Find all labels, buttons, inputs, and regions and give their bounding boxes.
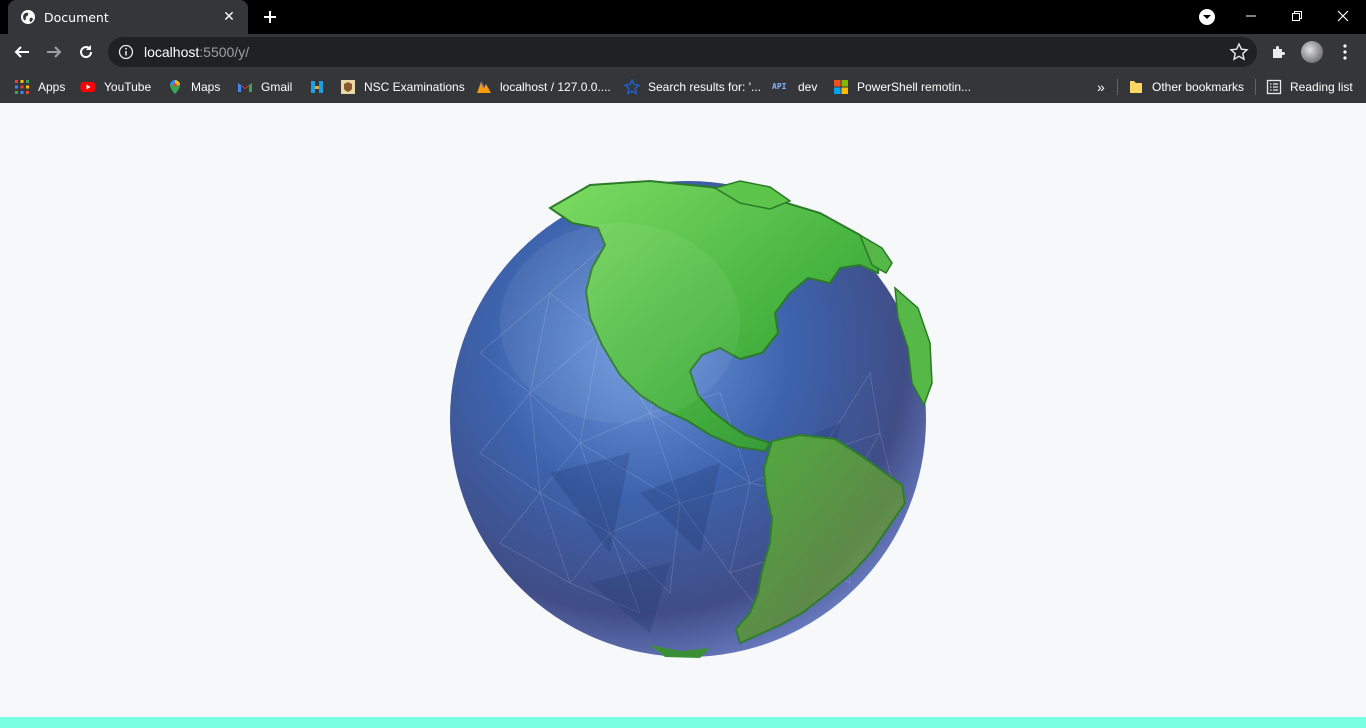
- close-window-button[interactable]: [1320, 0, 1366, 32]
- reading-list-icon: [1266, 79, 1282, 95]
- arrow-right-icon: [47, 46, 62, 58]
- other-bookmarks-label: Other bookmarks: [1152, 80, 1245, 94]
- api-icon: API: [772, 82, 787, 91]
- bookmark-h-site[interactable]: [309, 75, 333, 99]
- tab-close-icon[interactable]: ✕: [220, 8, 238, 26]
- minimize-icon: [1246, 15, 1256, 17]
- bookmark-powershell[interactable]: PowerShell remotin...: [833, 75, 971, 99]
- address-bar[interactable]: localhost:5500/y/: [108, 37, 1257, 67]
- minimize-button[interactable]: [1228, 0, 1274, 32]
- url-text: localhost:5500/y/: [144, 44, 249, 60]
- avatar: [1301, 41, 1323, 63]
- chevron-double-right-icon: »: [1097, 79, 1105, 95]
- restore-button[interactable]: [1274, 0, 1320, 32]
- arrow-left-icon: [14, 46, 29, 58]
- microsoft-icon: [834, 80, 848, 94]
- bookmark-localhost[interactable]: localhost / 127.0.0....: [476, 75, 611, 99]
- bookmark-search-results[interactable]: Search results for: '...: [624, 75, 761, 99]
- divider: [1117, 79, 1118, 95]
- nsc-crest-icon: [341, 80, 355, 94]
- maps-pin-icon: [170, 80, 180, 94]
- bookmark-label: Maps: [191, 80, 221, 94]
- url-path: :5500/y/: [199, 44, 250, 60]
- star-blue-icon: [624, 79, 640, 95]
- bookmark-label: NSC Examinations: [364, 80, 465, 94]
- bookmark-label: YouTube: [104, 80, 152, 94]
- new-tab-button[interactable]: [258, 6, 282, 28]
- bookmark-nsc[interactable]: NSC Examinations: [340, 75, 465, 99]
- youtube-icon: [80, 82, 96, 92]
- bookmark-youtube[interactable]: YouTube: [80, 75, 151, 99]
- reload-button[interactable]: [72, 38, 100, 66]
- bookmarks-bar: Apps YouTube Maps Gmail NSC Examinations…: [0, 70, 1366, 103]
- browser-toolbar: localhost:5500/y/: [0, 34, 1366, 70]
- bookmark-label: Search results for: '...: [648, 80, 761, 94]
- close-icon: [1337, 10, 1349, 22]
- tab-search-icon[interactable]: [1197, 7, 1217, 27]
- globe-image: [450, 179, 933, 658]
- tab-title: Document: [44, 9, 109, 25]
- globe-favicon-icon: [21, 10, 35, 24]
- apps-grid-icon: [15, 80, 29, 94]
- back-button[interactable]: [8, 38, 36, 66]
- reading-list-label: Reading list: [1290, 80, 1353, 94]
- folder-icon: [1130, 81, 1142, 93]
- bookmark-label: PowerShell remotin...: [857, 80, 972, 94]
- forward-button[interactable]: [40, 38, 68, 66]
- reload-icon: [80, 45, 93, 59]
- profile-button[interactable]: [1299, 39, 1325, 65]
- page-content: [0, 103, 1366, 717]
- globe-highlight: [500, 223, 740, 423]
- divider: [1255, 79, 1256, 95]
- info-icon[interactable]: [118, 44, 134, 60]
- hackerrank-like-icon: [311, 81, 323, 93]
- bookmark-apps[interactable]: Apps: [14, 75, 65, 99]
- puzzle-icon: [1273, 46, 1285, 58]
- restore-icon: [1292, 11, 1302, 21]
- bookmark-label: Apps: [38, 80, 66, 94]
- gmail-icon: [238, 83, 252, 92]
- other-bookmarks[interactable]: Other bookmarks: [1128, 75, 1244, 99]
- tab-strip: Document ✕: [0, 0, 1366, 34]
- tab-document[interactable]: Document ✕: [8, 0, 248, 34]
- bookmark-dev[interactable]: API dev: [772, 75, 817, 99]
- extensions-button[interactable]: [1266, 39, 1292, 65]
- reading-list-button[interactable]: Reading list: [1266, 75, 1353, 99]
- bookmark-gmail[interactable]: Gmail: [237, 75, 292, 99]
- bookmark-maps[interactable]: Maps: [167, 75, 220, 99]
- bookmark-label: Gmail: [261, 80, 293, 94]
- bookmark-label: dev: [798, 80, 818, 94]
- menu-button[interactable]: [1332, 39, 1358, 65]
- bottom-strip: [0, 717, 1366, 728]
- bookmark-label: localhost / 127.0.0....: [500, 80, 611, 94]
- plus-icon: [264, 11, 276, 23]
- bookmarks-overflow-button[interactable]: »: [1097, 75, 1105, 99]
- bookmark-star-icon[interactable]: [1229, 42, 1249, 62]
- phpmyadmin-icon: [477, 81, 491, 93]
- url-host: localhost: [144, 44, 200, 60]
- kebab-menu-icon: [1343, 44, 1347, 60]
